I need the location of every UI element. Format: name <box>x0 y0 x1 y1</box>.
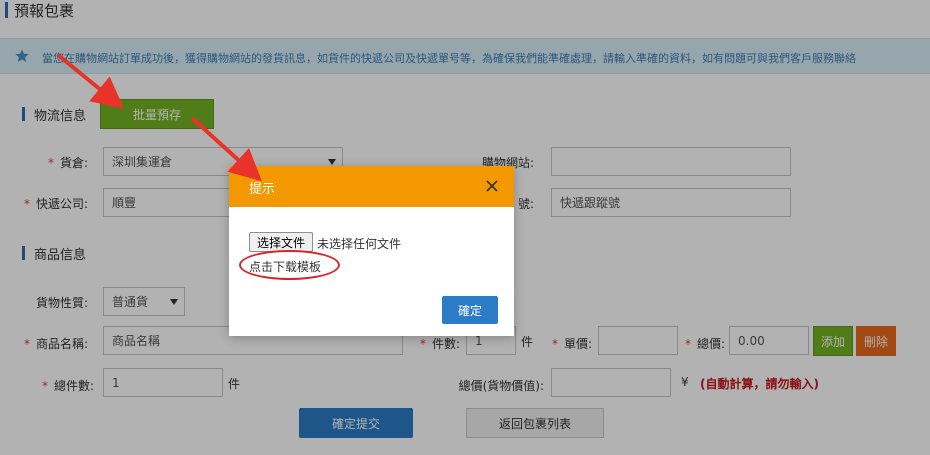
dialog-header: 提示 <box>229 166 514 207</box>
prompt-dialog: 提示 选择文件 未选择任何文件 点击下载模板 確定 <box>229 166 514 336</box>
dialog-ok-button[interactable]: 確定 <box>442 296 498 324</box>
file-status-text: 未选择任何文件 <box>317 237 402 251</box>
dialog-title: 提示 <box>249 182 276 197</box>
choose-file-button[interactable]: 选择文件 <box>249 232 313 252</box>
close-icon[interactable] <box>484 178 500 194</box>
download-template-link[interactable]: 点击下载模板 <box>249 258 321 275</box>
